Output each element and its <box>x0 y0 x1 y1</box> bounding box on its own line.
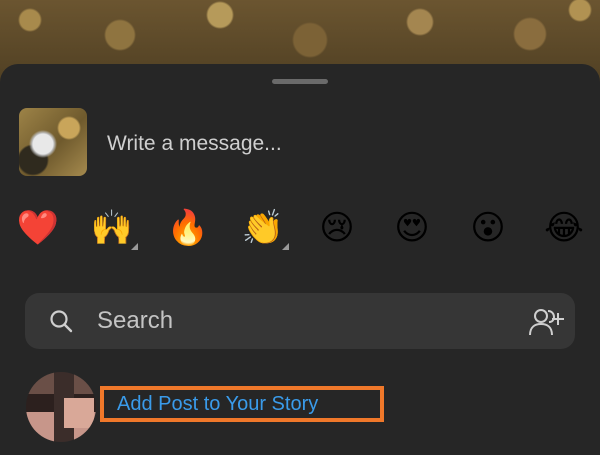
post-thumbnail <box>19 108 87 176</box>
surprised-face-icon[interactable]: 😮 <box>466 206 510 250</box>
tears-of-joy-face-icon[interactable]: 😂 <box>542 206 586 250</box>
variants-indicator-icon <box>131 243 138 250</box>
red-heart-icon[interactable]: ❤️ <box>16 206 60 250</box>
add-people-icon[interactable] <box>528 307 566 337</box>
message-input[interactable] <box>107 130 567 158</box>
search-input[interactable] <box>97 305 497 337</box>
search-bar[interactable] <box>25 293 575 349</box>
reaction-row: ❤️ 🙌 🔥 👏 😢 😍 😮 😂 <box>0 206 600 252</box>
add-to-story-row[interactable]: Add Post to Your Story <box>0 364 600 444</box>
clapping-hands-icon[interactable]: 👏 <box>241 206 289 250</box>
share-sheet: ❤️ 🙌 🔥 👏 😢 😍 😮 😂 Add Post to Your Story <box>0 64 600 455</box>
add-post-to-story-link[interactable]: Add Post to Your Story <box>100 386 384 422</box>
drag-handle[interactable] <box>272 79 328 84</box>
fire-icon[interactable]: 🔥 <box>166 206 210 250</box>
variants-indicator-icon <box>282 243 289 250</box>
raising-hands-icon[interactable]: 🙌 <box>90 206 138 250</box>
search-icon <box>50 310 73 333</box>
heart-eyes-face-icon[interactable]: 😍 <box>390 206 434 250</box>
crying-face-icon[interactable]: 😢 <box>315 206 359 250</box>
avatar <box>26 372 96 442</box>
